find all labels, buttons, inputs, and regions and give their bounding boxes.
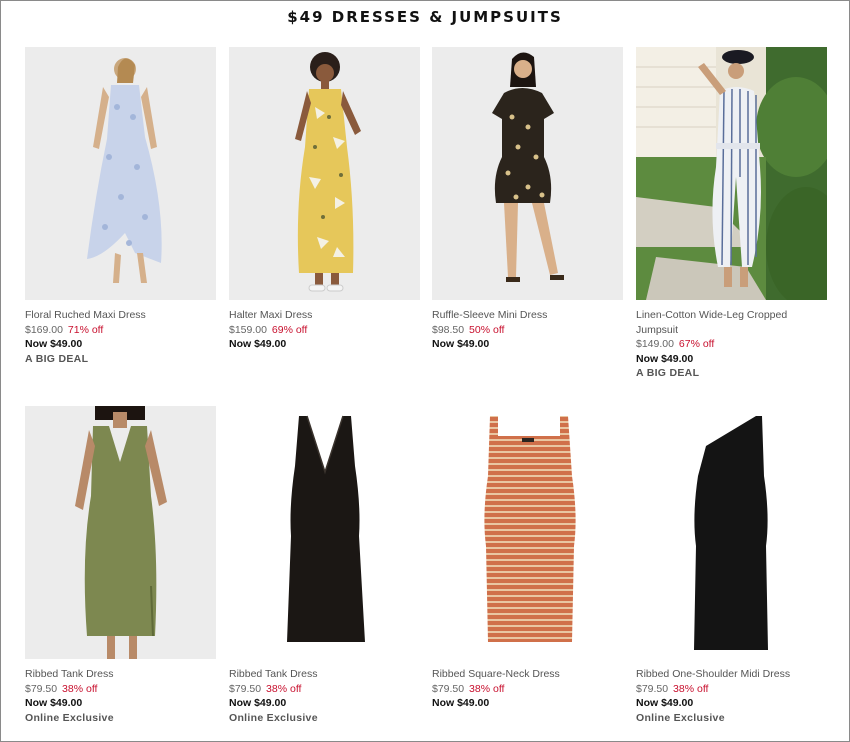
original-price: $79.50 [432, 682, 465, 695]
page-title: $49 DRESSES & JUMPSUITS [287, 8, 563, 26]
product-image[interactable] [432, 406, 623, 659]
product-image[interactable] [25, 47, 216, 300]
sale-price: Now $49.00 [636, 697, 694, 709]
discount-percent: 69% off [271, 323, 308, 336]
deal-badge: Online Exclusive [25, 711, 114, 724]
product-card[interactable]: Ribbed Tank Dress $79.50 38% off Now $49… [229, 406, 420, 725]
sale-price: Now $49.00 [636, 352, 694, 365]
original-price: $159.00 [229, 323, 267, 336]
product-info: Ruffle-Sleeve Mini Dress $98.50 50% off … [432, 308, 623, 352]
sale-price: Now $49.00 [25, 338, 83, 350]
product-image[interactable] [25, 406, 216, 659]
product-name[interactable]: Ribbed One-Shoulder Midi Dress [636, 667, 827, 682]
product-image[interactable] [636, 406, 827, 659]
product-name[interactable]: Linen-Cotton Wide-Leg Cropped Jumpsuit [636, 308, 827, 337]
price-line: $79.50 38% off [432, 682, 623, 697]
sale-price: Now $49.00 [229, 338, 287, 350]
product-info: Ribbed One-Shoulder Midi Dress $79.50 38… [636, 667, 827, 725]
price-line: $159.00 69% off [229, 323, 420, 338]
sale-price: Now $49.00 [432, 697, 490, 709]
price-line: $79.50 38% off [229, 682, 420, 697]
discount-percent: 71% off [67, 323, 104, 336]
price-line: $79.50 38% off [25, 682, 216, 697]
product-card[interactable]: Ribbed Tank Dress $79.50 38% off Now $49… [25, 406, 216, 725]
deal-badge: A BIG DEAL [636, 367, 700, 379]
discount-percent: 38% off [266, 682, 302, 695]
original-price: $98.50 [432, 323, 465, 336]
sale-price: Now $49.00 [229, 697, 287, 709]
product-info: Halter Maxi Dress $159.00 69% off Now $4… [229, 308, 420, 352]
product-card[interactable]: Ribbed One-Shoulder Midi Dress $79.50 38… [636, 406, 827, 725]
product-card[interactable]: Ribbed Square-Neck Dress $79.50 38% off … [432, 406, 623, 711]
discount-percent: 38% off [673, 682, 709, 695]
discount-percent: 50% off [469, 323, 505, 336]
product-card[interactable]: Floral Ruched Maxi Dress $169.00 71% off… [25, 47, 216, 366]
product-image[interactable] [229, 47, 420, 300]
product-image[interactable] [636, 47, 827, 300]
product-info: Ribbed Square-Neck Dress $79.50 38% off … [432, 667, 623, 711]
product-name[interactable]: Ruffle-Sleeve Mini Dress [432, 308, 623, 323]
price-line: $169.00 71% off [25, 323, 216, 338]
product-name[interactable]: Halter Maxi Dress [229, 308, 420, 323]
product-info: Linen-Cotton Wide-Leg Cropped Jumpsuit $… [636, 308, 827, 381]
discount-percent: 38% off [469, 682, 505, 695]
price-line: $98.50 50% off [432, 323, 623, 338]
product-name[interactable]: Ribbed Tank Dress [229, 667, 420, 682]
sale-price: Now $49.00 [25, 697, 83, 709]
product-image[interactable] [229, 406, 420, 659]
original-price: $79.50 [636, 682, 669, 695]
product-card[interactable]: Linen-Cotton Wide-Leg Cropped Jumpsuit $… [636, 47, 827, 381]
original-price: $79.50 [229, 682, 262, 695]
deal-badge: A BIG DEAL [25, 352, 89, 365]
original-price: $149.00 [636, 338, 674, 350]
product-name[interactable]: Floral Ruched Maxi Dress [25, 308, 216, 323]
product-info: Ribbed Tank Dress $79.50 38% off Now $49… [229, 667, 420, 725]
original-price: $169.00 [25, 323, 63, 336]
product-image[interactable] [432, 47, 623, 300]
product-name[interactable]: Ribbed Tank Dress [25, 667, 216, 682]
original-price: $79.50 [25, 682, 58, 695]
deal-badge: Online Exclusive [229, 711, 318, 724]
product-info: Ribbed Tank Dress $79.50 38% off Now $49… [25, 667, 216, 725]
price-line: $149.00 67% off [636, 337, 827, 352]
product-info: Floral Ruched Maxi Dress $169.00 71% off… [25, 308, 216, 366]
product-card[interactable]: Ruffle-Sleeve Mini Dress $98.50 50% off … [432, 47, 623, 352]
discount-percent: 38% off [62, 682, 98, 695]
product-card[interactable]: Halter Maxi Dress $159.00 69% off Now $4… [229, 47, 420, 352]
price-line: $79.50 38% off [636, 682, 827, 697]
discount-percent: 67% off [678, 338, 715, 350]
sale-price: Now $49.00 [432, 338, 490, 350]
product-name[interactable]: Ribbed Square-Neck Dress [432, 667, 623, 682]
deal-badge: Online Exclusive [636, 711, 725, 724]
